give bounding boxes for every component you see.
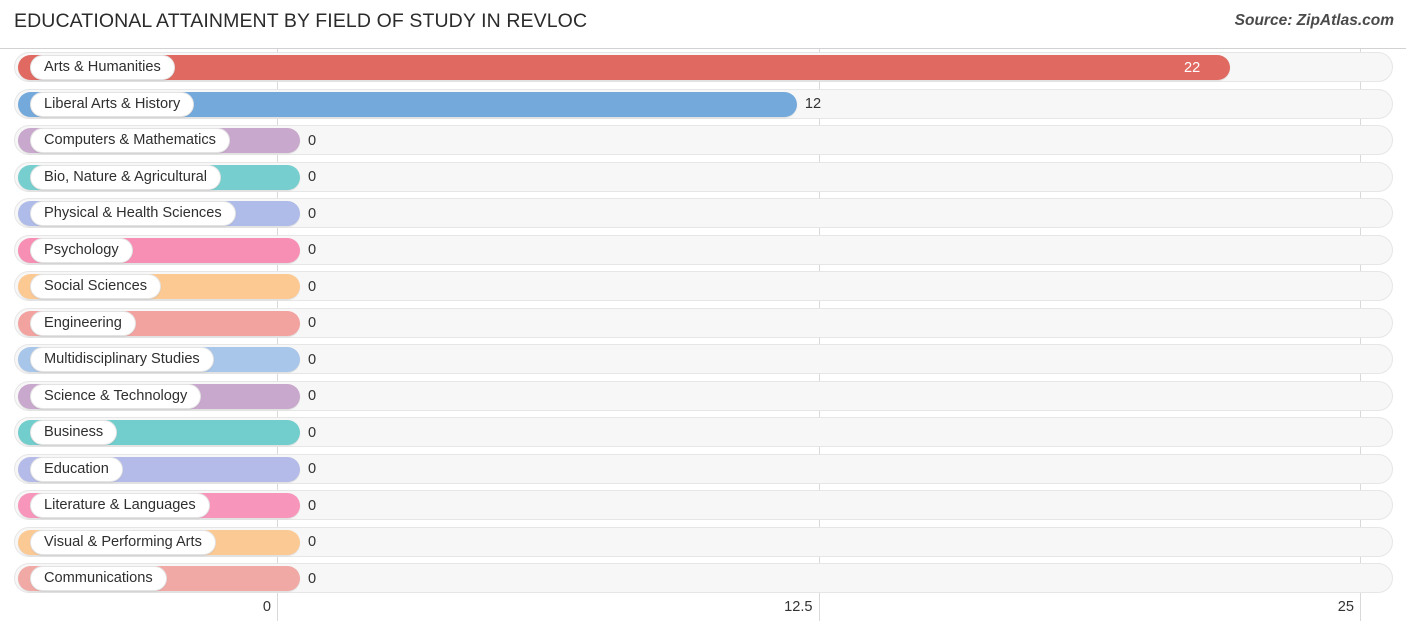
bar-label-text: Multidisciplinary Studies [44,351,200,368]
bar-value-label: 12 [804,96,822,112]
axis-tick-line [1360,595,1361,621]
bar-label-text: Bio, Nature & Agricultural [44,168,208,185]
bar[interactable] [18,55,1231,80]
bar-label: Bio, Nature & Agricultural [30,164,222,190]
bar-value-label: 22 [1184,59,1201,76]
plot-area: Arts & Humanities 22 Liberal Arts & Histor… [0,48,1406,595]
bar-label: Arts & Humanities [30,55,175,80]
bar-value-label: 0 [308,534,317,550]
bar-value-label: 0 [308,424,317,441]
bar-row: Science & Technology 0 [0,378,1406,415]
bar-label-text: Psychology [44,241,119,258]
bar-row: Multidisciplinary Studies 0 [0,341,1406,378]
bar-label-text: Business [44,424,104,441]
bar-label: Communications [30,566,167,591]
bar-row: Visual & Performing Arts 0 [0,524,1406,561]
axis-tick-line [277,595,278,621]
axis-tick-label: 12.5 [784,599,813,615]
bar-value-label: 0 [308,169,317,185]
bar-value-label: 0 [308,570,317,587]
bar-row: Bio, Nature & Agricultural 0 [0,159,1406,196]
bar-label: Physical & Health Sciences [30,201,236,226]
bar-label: Multidisciplinary Studies [30,347,214,372]
bar-label: Engineering [30,310,136,336]
bar-label: Liberal Arts & History [30,91,195,117]
axis-tick-label: 25 [1337,599,1354,615]
bar-row: Communications 0 [0,560,1406,597]
bar-value-label: 0 [308,205,317,222]
bar-label-text: Physical & Health Sciences [44,205,222,222]
bar-label-text: Liberal Arts & History [44,95,181,112]
bar-row: Business 0 [0,414,1406,451]
bar-row: Computers & Mathematics 0 [0,122,1406,159]
chart-header: EDUCATIONAL ATTAINMENT BY FIELD OF STUDY… [0,0,1406,48]
bar-label: Computers & Mathematics [30,128,230,153]
bar-row: Psychology 0 [0,232,1406,269]
bar-row: Literature & Languages 0 [0,487,1406,524]
bar-label-text: Communications [44,570,153,587]
bar-label: Social Sciences [30,274,162,299]
bar-label-text: Engineering [44,314,122,331]
bar-label: Literature & Languages [30,493,210,518]
bar-value-label: 0 [308,315,317,331]
bar-label: Science & Technology [30,383,202,409]
chart-page: EDUCATIONAL ATTAINMENT BY FIELD OF STUDY… [0,0,1406,631]
bar-rows: Arts & Humanities 22 Liberal Arts & Histor… [0,49,1406,597]
bar-value-label: 0 [308,497,317,514]
bar-label-text: Arts & Humanities [44,59,161,76]
bar-label: Psychology [30,237,133,263]
bar-value-label: 0 [308,461,317,477]
bar-label: Business [30,420,118,445]
bar-label-text: Education [44,460,109,477]
bar-row: Education 0 [0,451,1406,488]
x-axis: 0 12.5 25 [0,595,1406,631]
bar-label-text: Social Sciences [44,278,148,295]
bar-row: Physical & Health Sciences 0 [0,195,1406,232]
axis-tick-label: 0 [262,599,271,615]
page-title: EDUCATIONAL ATTAINMENT BY FIELD OF STUDY… [14,10,588,32]
bar-value-label: 0 [308,351,317,368]
bar-value-label: 0 [308,132,317,149]
bar-row: Liberal Arts & History 12 [0,86,1406,123]
bar-label: Education [30,456,123,482]
source-attribution: Source: ZipAtlas.com [1234,12,1394,29]
bar-row: Engineering 0 [0,305,1406,342]
bar-value-label: 0 [308,388,317,404]
bar-label: Visual & Performing Arts [30,529,216,555]
bar-label-text: Science & Technology [44,387,188,404]
axis-tick-line [818,595,820,621]
bar-value-label: 0 [308,242,317,258]
bar-value-label: 0 [308,278,317,295]
bar-label-text: Visual & Performing Arts [44,533,202,550]
bar-label-text: Computers & Mathematics [44,132,216,149]
bar-label-text: Literature & Languages [44,497,196,514]
bar-row: Arts & Humanities 22 [0,49,1406,86]
bar-row: Social Sciences 0 [0,268,1406,305]
